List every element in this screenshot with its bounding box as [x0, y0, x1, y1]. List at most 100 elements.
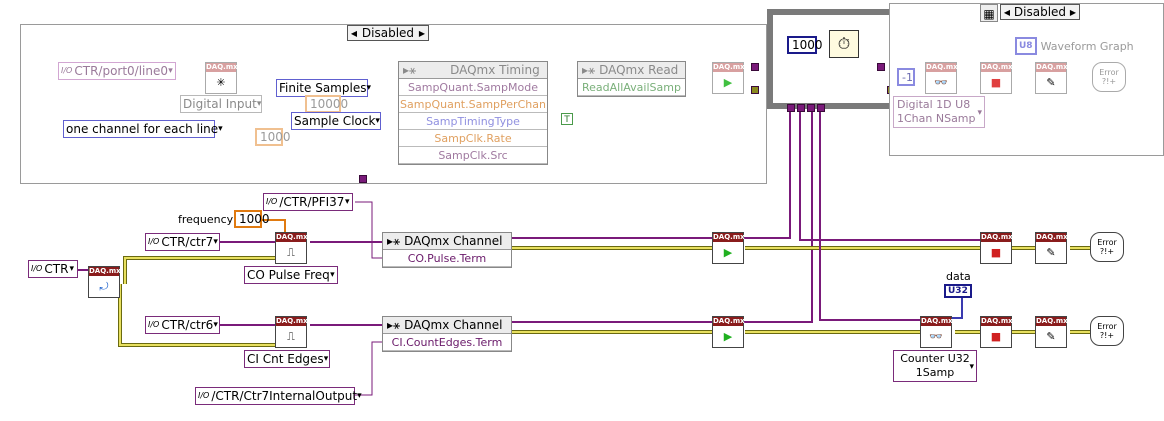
tunnel: [817, 104, 825, 112]
daqmx-start-vi-co[interactable]: DAQ.mx ▶: [712, 232, 745, 264]
property-row[interactable]: ReadAllAvailSamp: [578, 79, 685, 96]
dropdown-arrow-icon: ▾: [256, 99, 262, 109]
wire: [119, 284, 275, 346]
daqmx-read-vi[interactable]: DAQ.mx 👓: [925, 62, 958, 94]
property-row[interactable]: CO.Pulse.Term: [383, 250, 511, 267]
selector-left-arrow-icon[interactable]: ◀: [348, 29, 360, 38]
daqmx-create-channel-vi[interactable]: DAQ.mx ✳: [205, 62, 238, 94]
pulse-icon: ⎍: [287, 245, 295, 259]
read-glasses-icon: 👓: [934, 76, 948, 89]
daqmx-stop-vi-ci[interactable]: DAQ.mx ■: [980, 316, 1013, 348]
daqmx-stop-vi-co[interactable]: DAQ.mx ■: [980, 232, 1013, 264]
wire: [355, 341, 382, 396]
property-node-icon: ▸⚹: [387, 317, 401, 332]
property-node-icon: ▸⚹: [387, 233, 401, 248]
data-label: data: [946, 270, 971, 283]
simple-error-handler[interactable]: Error ?!+: [1092, 62, 1126, 92]
property-row[interactable]: SampClk.Src: [399, 147, 547, 164]
daqmx-start-vi[interactable]: DAQ.mx ▶: [712, 62, 745, 94]
selector-label: Disabled: [1013, 5, 1067, 19]
dropdown-arrow-icon: ▾: [375, 116, 380, 126]
frequency-constant[interactable]: 1000: [234, 210, 270, 228]
eraser-icon: ✎: [1046, 246, 1056, 259]
tunnel: [751, 63, 759, 71]
rate-constant[interactable]: 1000: [255, 128, 291, 146]
dropdown-arrow-icon: ▾: [366, 83, 371, 93]
ctr7-constant[interactable]: I/O CTR/ctr7 ▾: [145, 233, 220, 251]
daqmx-reset-device-vi[interactable]: DAQ.mx ⤾: [88, 266, 121, 298]
dropdown-arrow-icon: ▾: [168, 66, 173, 76]
grid-icon[interactable]: ▦: [980, 4, 998, 22]
reset-arrow-icon: ⤾: [99, 279, 109, 293]
daqmx-clear-vi-co[interactable]: DAQ.mx ✎: [1035, 232, 1068, 264]
daqmx-timing-property-node[interactable]: ▸⚹ DAQmx Timing SampQuant.SampMode SampQ…: [398, 61, 548, 165]
count-edges-icon: ⎍: [287, 329, 295, 343]
samples-per-chan-constant[interactable]: 10000: [305, 95, 348, 113]
ci-cnt-edges-enum[interactable]: CI Cnt Edges ▾: [244, 350, 330, 368]
daqmx-start-vi-ci[interactable]: DAQ.mx ▶: [712, 316, 745, 348]
eraser-icon: ✎: [1046, 76, 1056, 89]
property-row[interactable]: CI.CountEdges.Term: [383, 334, 511, 351]
tunnel: [751, 86, 759, 94]
dropdown-arrow-icon: ▾: [969, 362, 974, 372]
wait-ms-constant[interactable]: 1000: [787, 36, 823, 54]
dropdown-arrow-icon: ▾: [69, 264, 74, 274]
property-row[interactable]: SampQuant.SampMode: [399, 79, 547, 96]
dropdown-arrow-icon: ▾: [323, 354, 329, 364]
start-icon: ▶: [723, 246, 733, 259]
ctr7-internal-output-constant[interactable]: I/O/CTR/Ctr7InternalOutput ▾: [195, 387, 362, 405]
daqmx-clear-vi[interactable]: DAQ.mx ✎: [1035, 62, 1068, 94]
daqmx-create-co-channel-vi[interactable]: DAQ.mx ⎍: [275, 232, 308, 264]
property-row[interactable]: SampTimingType: [399, 113, 547, 130]
ctr-device-constant[interactable]: I/O CTR ▾: [28, 260, 78, 278]
property-row[interactable]: SampQuant.SampPerChan: [399, 96, 547, 113]
disable-structure-frame: [20, 24, 767, 184]
flat-sequence-frame: [767, 9, 895, 109]
stop-icon: ■: [990, 76, 1002, 89]
digital-1d-read-polymorph[interactable]: Digital 1D U8 1Chan NSamp ▾: [893, 96, 985, 128]
daqmx-stop-vi[interactable]: DAQ.mx ■: [980, 62, 1013, 94]
co-pulse-freq-enum[interactable]: CO Pulse Freq ▾: [244, 266, 338, 284]
data-indicator[interactable]: U32: [944, 284, 972, 298]
disable-selector-right[interactable]: ◀ Disabled ▶: [1000, 4, 1080, 20]
tunnel: [797, 104, 805, 112]
disable-selector[interactable]: ◀ Disabled ▶: [347, 25, 429, 41]
wire: [940, 298, 963, 319]
daqmx-create-ci-channel-vi[interactable]: DAQ.mx ⎍: [275, 316, 308, 348]
pfi-terminal-constant[interactable]: I/O/CTR/PFI37 ▾: [263, 193, 353, 211]
dropdown-arrow-icon: ▾: [213, 237, 218, 247]
waveform-graph-terminal[interactable]: U8 Waveform Graph: [1015, 37, 1134, 55]
daqmx-read-counter-vi[interactable]: DAQ.mx 👓: [920, 316, 953, 348]
daqmx-clear-vi-ci[interactable]: DAQ.mx ✎: [1035, 316, 1068, 348]
ctr-line-constant[interactable]: I/O CTR/port0/line0 ▾: [58, 62, 176, 80]
dropdown-arrow-icon: ▾: [218, 124, 223, 134]
daqmx-read-property-node[interactable]: ▸⚹ DAQmx Read ReadAllAvailSamp: [577, 61, 686, 97]
ctr6-constant[interactable]: I/O CTR/ctr6 ▾: [145, 316, 220, 334]
true-constant[interactable]: T: [561, 113, 573, 125]
property-row[interactable]: SampClk.Rate: [399, 130, 547, 147]
daqmx-channel-property-node-ci[interactable]: ▸⚹ DAQmx Channel CI.CountEdges.Term: [382, 316, 512, 352]
wire: [512, 247, 712, 333]
tunnel: [877, 63, 885, 71]
selector-left-arrow-icon[interactable]: ◀: [1001, 8, 1013, 17]
stop-icon: ■: [990, 330, 1002, 343]
eraser-icon: ✎: [1046, 330, 1056, 343]
counter-u32-read-polymorph[interactable]: Counter U32 1Samp ▾: [893, 350, 977, 382]
simple-error-handler-ci[interactable]: Error ?!+: [1090, 316, 1124, 346]
selector-right-arrow-icon[interactable]: ▶: [416, 29, 428, 38]
wire: [355, 201, 382, 259]
line-grouping-enum[interactable]: one channel for each line ▾: [63, 120, 223, 138]
tunnel: [787, 104, 795, 112]
daqmx-channel-property-node-co[interactable]: ▸⚹ DAQmx Channel CO.Pulse.Term: [382, 232, 512, 268]
create-channel-icon: ✳: [216, 76, 226, 89]
sample-clock-enum[interactable]: Sample Clock ▾: [291, 112, 381, 130]
selector-right-arrow-icon[interactable]: ▶: [1067, 8, 1079, 17]
wire: [512, 246, 712, 334]
dropdown-arrow-icon: ▾: [330, 270, 335, 280]
simple-error-handler-co[interactable]: Error ?!+: [1090, 232, 1124, 262]
minus-one-constant[interactable]: -1: [897, 68, 915, 86]
property-node-icon: ▸⚹: [582, 62, 596, 77]
property-node-icon: ▸⚹: [403, 62, 417, 77]
digital-input-enum[interactable]: Digital Input ▾: [180, 95, 262, 113]
wait-timer-icon[interactable]: ⏱: [829, 30, 859, 58]
